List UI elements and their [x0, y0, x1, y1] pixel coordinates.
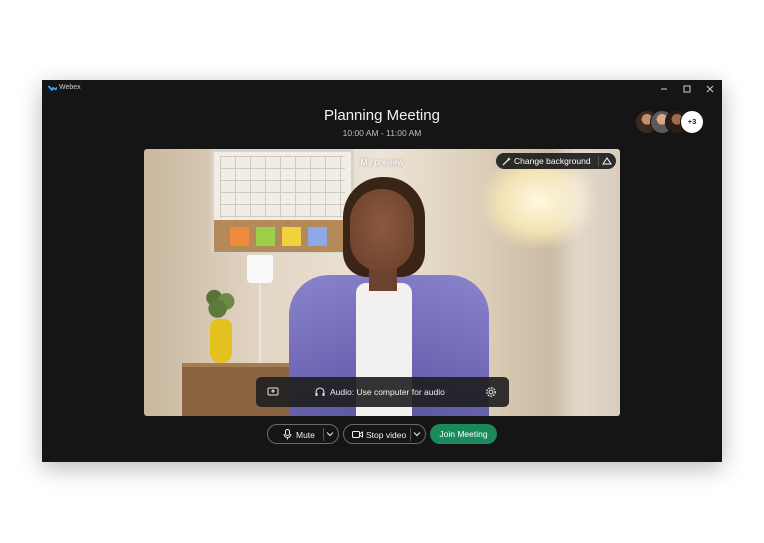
mute-button[interactable]: Mute — [267, 424, 339, 444]
background-floor-lamp — [247, 255, 273, 283]
headset-icon — [315, 387, 325, 396]
audio-options-bar: Audio: Use computer for audio — [256, 377, 509, 407]
background-plant — [204, 287, 238, 323]
person-face — [350, 189, 414, 271]
maximize-icon — [683, 85, 691, 93]
stop-video-label: Stop video — [366, 430, 407, 440]
microphone-icon — [283, 429, 292, 440]
close-button[interactable] — [699, 81, 721, 97]
join-meeting-button[interactable]: Join Meeting — [430, 424, 497, 444]
meeting-title: Planning Meeting — [324, 107, 440, 124]
minimize-icon — [661, 88, 667, 90]
video-preview: My preview Change background Audio: Use … — [144, 149, 620, 416]
chevron-down-icon[interactable] — [413, 430, 421, 438]
meeting-time: 10:00 AM - 11:00 AM — [342, 128, 422, 138]
title-bar: Webex — [42, 80, 722, 98]
magic-wand-icon — [502, 157, 511, 166]
maximize-button[interactable] — [676, 81, 698, 97]
webex-logo-icon — [48, 85, 57, 91]
more-participants-badge: +3 — [680, 110, 704, 134]
join-meeting-label: Join Meeting — [439, 429, 488, 439]
audio-connection-option[interactable]: Audio: Use computer for audio — [330, 387, 445, 397]
chevron-down-icon[interactable] — [326, 430, 334, 438]
minimize-button[interactable] — [653, 81, 675, 97]
background-curtain — [549, 149, 620, 416]
layout-icon[interactable] — [602, 156, 612, 166]
change-background-label: Change background — [514, 156, 591, 166]
stop-video-button[interactable]: Stop video — [343, 424, 426, 444]
change-background-button[interactable]: Change background — [496, 153, 616, 169]
camera-icon — [352, 431, 363, 438]
gear-icon[interactable] — [485, 386, 497, 398]
share-screen-icon[interactable] — [267, 386, 279, 398]
app-name: Webex — [59, 84, 81, 91]
close-icon — [706, 85, 714, 93]
mute-label: Mute — [296, 430, 315, 440]
webex-window: Webex Planning Meeting 10:00 AM - 11:00 … — [42, 80, 722, 462]
background-vase — [210, 319, 232, 363]
